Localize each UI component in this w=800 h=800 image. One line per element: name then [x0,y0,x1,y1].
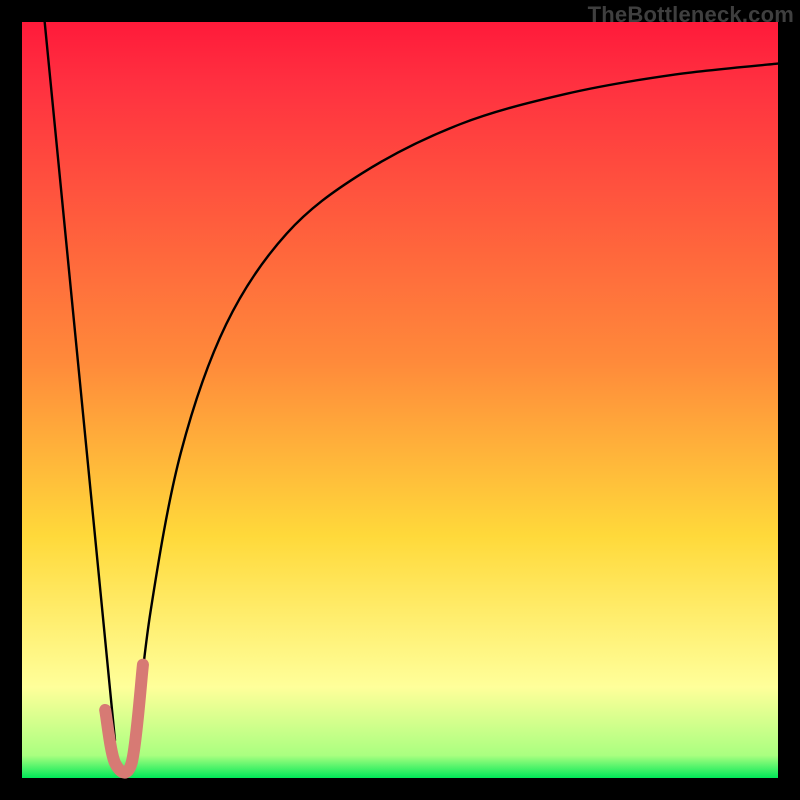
chart-svg [22,22,778,778]
chart-frame: TheBottleneck.com [0,0,800,800]
watermark-text: TheBottleneck.com [588,2,794,28]
highlight-hook [105,665,143,773]
right-asymptotic-curve [135,64,778,748]
left-descending-line [45,22,115,740]
